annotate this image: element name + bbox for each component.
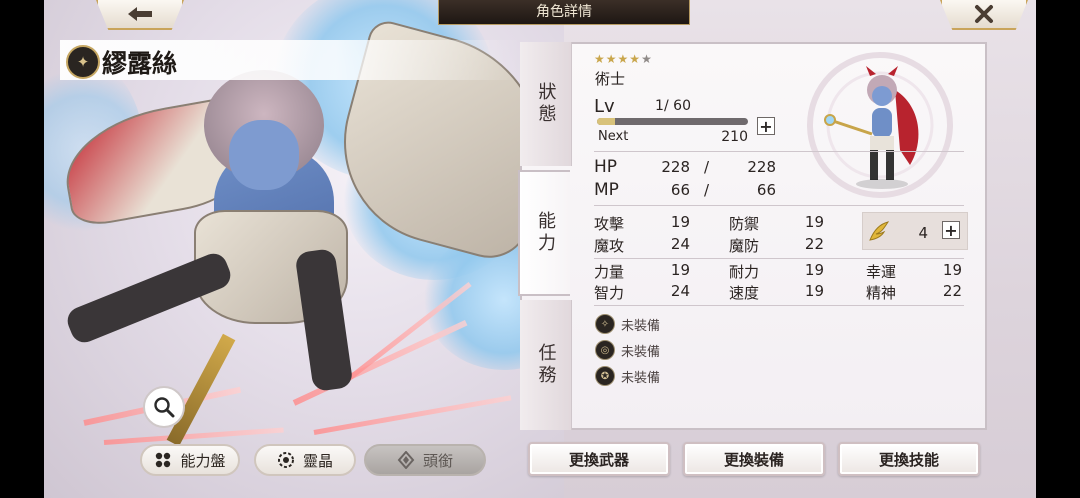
left-letterbox [0, 0, 44, 498]
bonus-points-value: 4 [918, 224, 928, 242]
luck-label: 幸運 [866, 263, 897, 281]
rarity-stars: ★★★★★ [594, 52, 653, 66]
hp-max: 228 [747, 158, 776, 176]
defense-value: 19 [804, 213, 824, 231]
exp-progress-fill [597, 118, 616, 125]
magic-defense-label: 魔防 [729, 237, 760, 255]
tab-status[interactable]: 狀態 [520, 42, 572, 166]
zoom-artwork-button[interactable] [143, 386, 185, 428]
exp-progress-bar [597, 118, 748, 125]
ability-board-button[interactable]: 能力盤 [140, 444, 240, 476]
star-icon: ★ [629, 52, 642, 66]
equipment-slot-label: 未裝備 [621, 318, 661, 334]
star-icon: ★ [617, 52, 630, 66]
spirit-crystal-label: 靈晶 [302, 451, 333, 470]
speed-label: 速度 [729, 284, 760, 302]
endurance-value: 19 [804, 261, 824, 279]
mp-separator: / [704, 181, 710, 199]
accessory-slot-icon: ◎ [595, 340, 615, 360]
hp-separator: / [704, 158, 710, 176]
hp-label: HP [594, 157, 618, 177]
mp-max: 66 [756, 181, 776, 199]
character-mini-portrait [807, 52, 953, 198]
equipment-slot-label: 未裝備 [621, 344, 661, 360]
tab-ability[interactable]: 能力 [518, 170, 570, 296]
allocate-points-plus-button[interactable]: + [942, 221, 960, 240]
spirit-label: 精神 [866, 284, 897, 302]
change-skill-button[interactable]: 更換技能 [838, 442, 980, 476]
ability-board-label: 能力盤 [180, 451, 226, 470]
class-emblem-icon: ✦ [66, 45, 100, 79]
star-icon: ★ [594, 52, 606, 66]
strength-value: 19 [670, 261, 690, 279]
change-weapon-button[interactable]: 更換武器 [528, 442, 670, 476]
attack-value: 19 [670, 213, 690, 231]
close-button[interactable] [940, 0, 1028, 30]
spirit-value: 22 [942, 282, 962, 300]
name-plate: ✦ 繆露絲 [60, 40, 520, 80]
next-exp-value: 210 [721, 129, 748, 145]
change-equipment-button[interactable]: 更換裝備 [683, 442, 825, 476]
next-label: Next [598, 129, 629, 144]
luck-value: 19 [942, 261, 962, 279]
weapon-slot-icon: ✧ [595, 314, 615, 334]
defense-label: 防禦 [729, 215, 760, 233]
magic-defense-value: 22 [804, 235, 824, 253]
mp-current: 66 [670, 181, 690, 199]
title-button[interactable]: 頭銜 [364, 444, 486, 476]
star-empty-icon: ★ [641, 52, 653, 66]
equipment-slot-emblem[interactable]: ✪ 未裝備 [595, 366, 660, 386]
magic-attack-value: 24 [670, 235, 690, 253]
character-name: 繆露絲 [102, 49, 178, 78]
crystal-gear-icon [277, 452, 294, 468]
grid-dots-icon [156, 452, 171, 468]
title-label: 頭銜 [422, 451, 453, 470]
mp-label: MP [594, 180, 619, 200]
arrow-left-icon [128, 7, 152, 21]
character-detail-screen: 角色詳情 ✦ 繆露絲 能力盤 靈晶 頭銜 狀態 能力 任務 ★★★★★ 術士 L… [0, 0, 1080, 498]
close-icon [975, 5, 993, 23]
magic-attack-label: 魔攻 [594, 237, 625, 255]
spirit-crystal-button[interactable]: 靈晶 [254, 444, 356, 476]
level-max: / 60 [664, 98, 691, 114]
attack-label: 攻擊 [594, 215, 625, 233]
strength-label: 力量 [594, 263, 625, 281]
title-emblem-icon [397, 451, 415, 469]
endurance-label: 耐力 [729, 263, 760, 281]
intellect-value: 24 [670, 282, 690, 300]
intellect-label: 智力 [594, 284, 625, 302]
wing-icon [869, 221, 890, 241]
level-up-plus-button[interactable]: + [757, 117, 775, 136]
emblem-slot-icon: ✪ [595, 366, 615, 386]
equipment-slot-weapon[interactable]: ✧ 未裝備 [595, 314, 660, 334]
star-icon: ★ [605, 52, 618, 66]
level-label: Lv [594, 96, 615, 117]
magnifier-icon [154, 397, 175, 418]
right-letterbox [1036, 0, 1080, 498]
class-name: 術士 [595, 70, 626, 88]
screen-title: 角色詳情 [438, 0, 690, 25]
equipment-slot-label: 未裝備 [621, 370, 661, 386]
back-button[interactable] [96, 0, 184, 30]
equipment-slot-accessory[interactable]: ◎ 未裝備 [595, 340, 660, 360]
level-value: 1 [655, 98, 664, 114]
tab-mission[interactable]: 任務 [520, 300, 572, 430]
speed-value: 19 [804, 282, 824, 300]
hp-current: 228 [661, 158, 690, 176]
